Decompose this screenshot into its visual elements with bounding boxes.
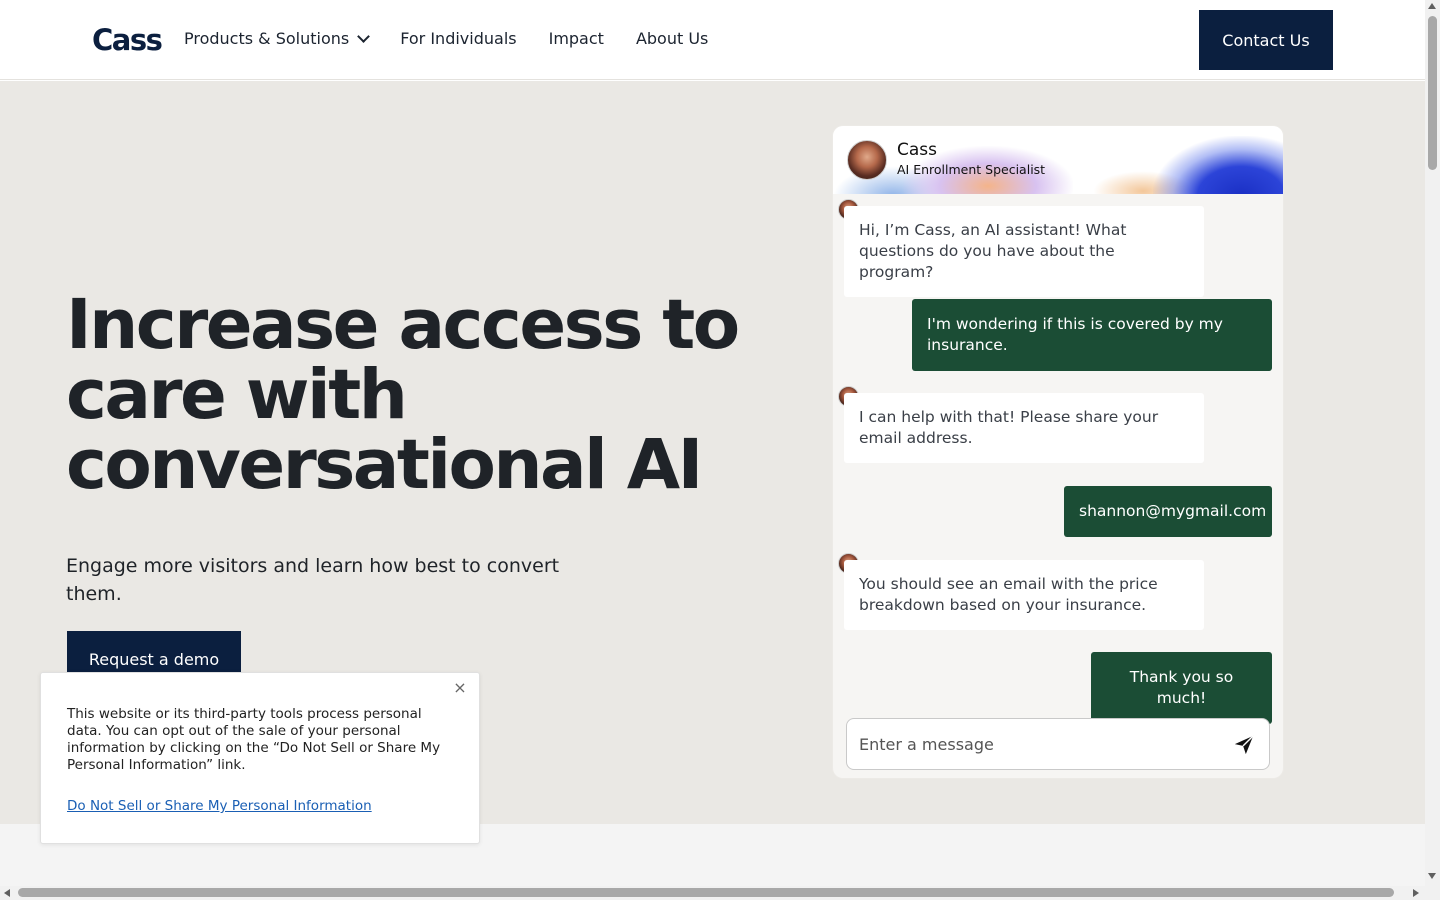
user-message: shannon@mygmail.com bbox=[1064, 486, 1272, 537]
nav-item-label: About Us bbox=[635, 29, 709, 48]
main-nav: Products & Solutions For Individuals Imp… bbox=[184, 29, 708, 48]
scroll-down-arrow-icon[interactable] bbox=[1428, 873, 1436, 879]
scroll-up-arrow-icon[interactable] bbox=[1428, 3, 1436, 9]
hero-headline: Increase access to care with conversatio… bbox=[66, 285, 740, 505]
agent-avatar bbox=[847, 140, 887, 180]
site-header: Cass Products & Solutions For Individual… bbox=[0, 0, 1425, 80]
nav-item-for-individuals[interactable]: For Individuals bbox=[400, 29, 516, 48]
close-icon[interactable]: × bbox=[453, 680, 467, 696]
cass-logo[interactable]: Cass bbox=[92, 23, 163, 57]
scrollbar-corner bbox=[1425, 886, 1440, 900]
agent-name: Cass bbox=[897, 140, 938, 160]
privacy-notice-text: This website or its third-party tools pr… bbox=[67, 706, 441, 773]
do-not-sell-link[interactable]: Do Not Sell or Share My Personal Informa… bbox=[67, 798, 372, 814]
nav-item-products-solutions[interactable]: Products & Solutions bbox=[184, 29, 371, 48]
contact-us-button[interactable]: Contact Us bbox=[1199, 10, 1333, 70]
message-input-box bbox=[846, 718, 1270, 770]
chevron-down-icon bbox=[357, 29, 371, 43]
nav-item-impact[interactable]: Impact bbox=[549, 29, 604, 48]
message-input[interactable] bbox=[859, 719, 1219, 769]
hero-subhead: Engage more visitors and learn how best … bbox=[66, 555, 560, 605]
privacy-notice-popup: × This website or its third-party tools … bbox=[40, 672, 480, 844]
bot-message: You should see an email with the price b… bbox=[844, 560, 1204, 630]
nav-item-about-us[interactable]: About Us bbox=[636, 29, 708, 48]
agent-role: AI Enrollment Specialist bbox=[897, 162, 1046, 177]
vertical-scroll-thumb[interactable] bbox=[1428, 16, 1437, 170]
chat-header: Cass AI Enrollment Specialist bbox=[833, 126, 1283, 194]
user-message: Thank you so much! bbox=[1091, 652, 1272, 724]
nav-item-label: Products & Solutions bbox=[184, 29, 350, 48]
scroll-right-arrow-icon[interactable] bbox=[1413, 889, 1419, 897]
send-icon[interactable] bbox=[1233, 734, 1255, 756]
header-gradient-decoration bbox=[1153, 136, 1283, 194]
horizontal-scroll-thumb[interactable] bbox=[18, 888, 1394, 897]
chat-widget: Cass AI Enrollment Specialist Hi, I’m Ca… bbox=[833, 126, 1283, 778]
scroll-left-arrow-icon[interactable] bbox=[4, 889, 10, 897]
nav-item-label: Impact bbox=[548, 29, 604, 48]
user-message: I'm wondering if this is covered by my i… bbox=[912, 299, 1272, 371]
nav-item-label: For Individuals bbox=[400, 29, 517, 48]
bot-message: I can help with that! Please share your … bbox=[844, 393, 1204, 463]
horizontal-scrollbar[interactable] bbox=[0, 886, 1425, 900]
vertical-scrollbar[interactable] bbox=[1425, 0, 1440, 886]
bot-message: Hi, I’m Cass, an AI assistant! What ques… bbox=[844, 206, 1204, 297]
